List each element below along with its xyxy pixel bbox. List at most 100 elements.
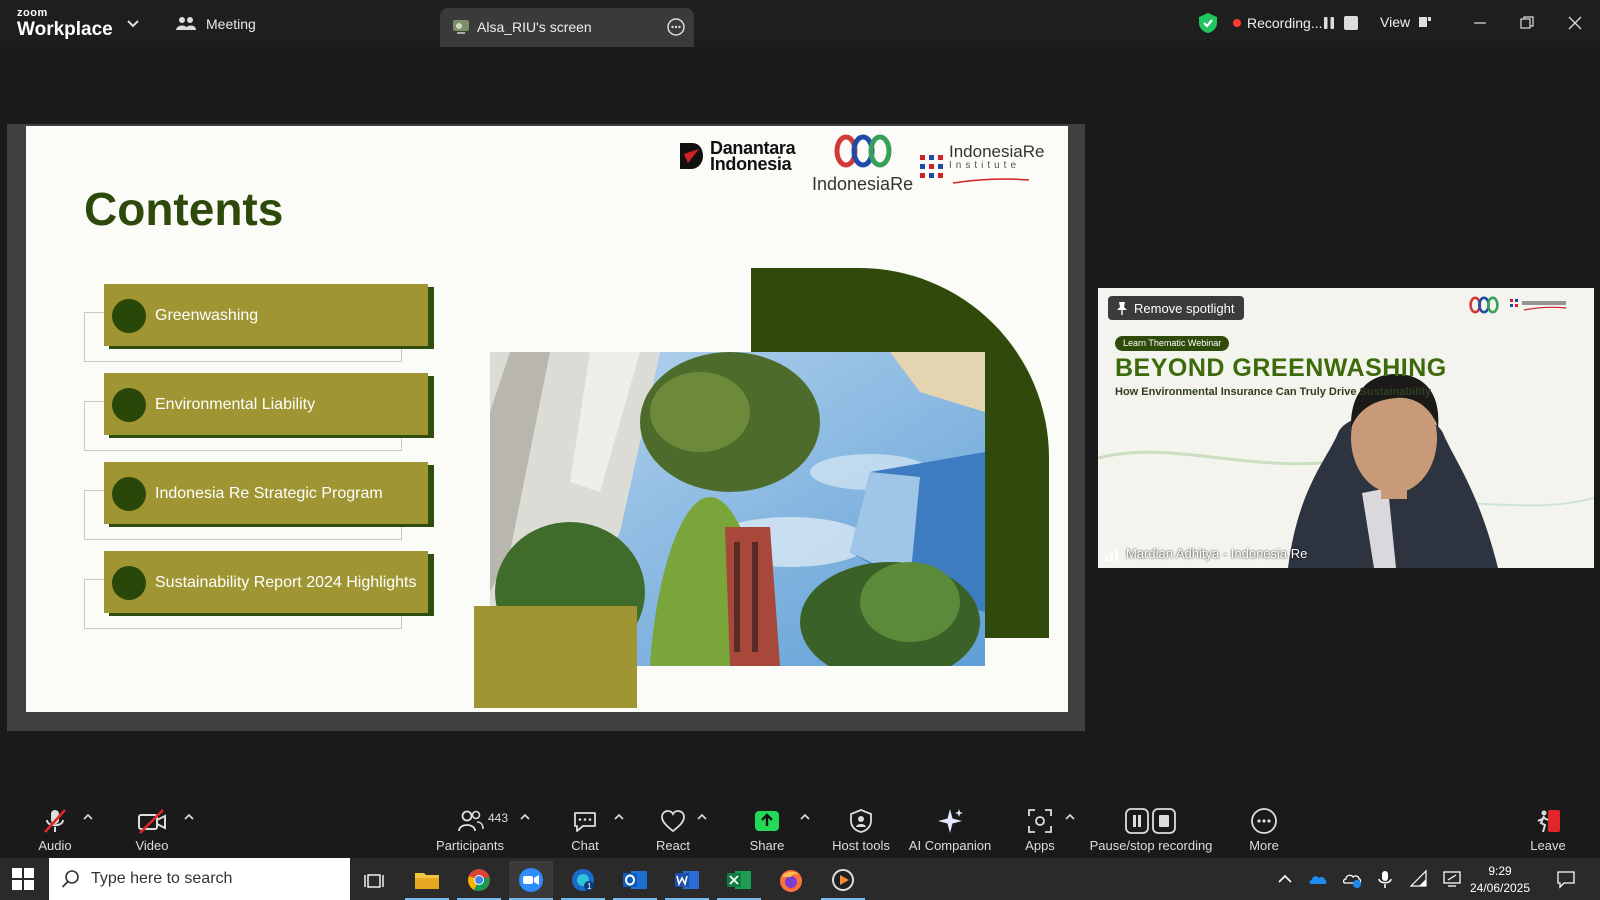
brand-small: zoom	[17, 7, 48, 19]
toc-bullet	[112, 477, 146, 511]
danantara-logo: Danantara Indonesia	[678, 138, 796, 174]
chrome-icon[interactable]	[457, 861, 501, 900]
firefox-icon[interactable]	[769, 861, 813, 900]
chevron-down-icon[interactable]	[124, 14, 142, 32]
meeting-label: Meeting	[206, 16, 256, 32]
display-icon[interactable]	[1442, 869, 1462, 889]
institute-mini-logo-icon	[1510, 299, 1567, 311]
participants-caret-icon[interactable]	[519, 811, 531, 823]
webinar-subtitle: How Environmental Insurance Can Truly Dr…	[1115, 386, 1432, 398]
meeting-tab[interactable]: Meeting	[176, 14, 256, 34]
participant-name-tag: Mardian Adhitya - Indonesia Re	[1104, 546, 1307, 561]
stop-icon[interactable]	[1344, 16, 1358, 30]
video-options-caret-icon[interactable]	[183, 811, 195, 823]
onedrive-icon[interactable]	[1308, 869, 1328, 889]
participants-count: 443	[488, 811, 509, 825]
search-placeholder: Type here to search	[91, 870, 233, 887]
media-player-icon[interactable]	[821, 861, 865, 900]
notifications-icon[interactable]	[1556, 869, 1576, 889]
shield-check-icon[interactable]	[1197, 12, 1219, 34]
audio-options-caret-icon[interactable]	[82, 811, 94, 823]
indonesia-re-institute-logo: IndonesiaRe Institute	[920, 142, 1045, 189]
clock-date: 24/06/2025	[1469, 881, 1531, 895]
brand-big: Workplace	[17, 19, 113, 40]
close-icon[interactable]	[1562, 10, 1588, 36]
more-dots-icon	[1251, 808, 1277, 834]
host-tools-button[interactable]: Host tools	[811, 807, 911, 855]
mic-off-icon	[44, 809, 66, 833]
pause-stop-recording-button[interactable]: Pause/stop recording	[1081, 807, 1221, 855]
windows-start-icon[interactable]	[12, 868, 34, 890]
outlook-icon[interactable]	[613, 861, 657, 900]
slide-title: Contents	[84, 183, 284, 235]
remove-spotlight-button[interactable]: Remove spotlight	[1108, 296, 1245, 320]
share-caret-icon[interactable]	[799, 811, 811, 823]
virtual-background	[1098, 288, 1594, 568]
taskbar-clock[interactable]: 9:29 24/06/2025	[1460, 863, 1540, 897]
meeting-toolbar: Audio Video Participants 443 Chat React …	[0, 795, 1600, 858]
apps-caret-icon[interactable]	[1064, 811, 1076, 823]
zoom-app-icon[interactable]	[509, 861, 553, 900]
video-off-icon	[138, 809, 166, 834]
taskbar-search-box[interactable]: Type here to search	[49, 858, 350, 900]
more-icon[interactable]	[666, 17, 686, 37]
react-label: React	[656, 838, 690, 853]
toc-box: Greenwashing	[104, 284, 428, 346]
more-label: More	[1249, 838, 1279, 853]
clock-time: 9:29	[1488, 864, 1512, 878]
toc-item-strategic-program: Indonesia Re Strategic Program	[84, 462, 434, 542]
excel-icon[interactable]	[717, 861, 761, 900]
indonesia-re-logo: IndonesiaRe	[812, 134, 913, 195]
zoom-window: zoom Workplace Meeting Alsa_RIU's screen	[0, 0, 1600, 900]
host-tools-label: Host tools	[832, 838, 890, 853]
leave-icon	[1537, 810, 1560, 833]
onedrive-sync-icon[interactable]	[1342, 869, 1362, 889]
institute-sub-text: Institute	[949, 160, 1021, 171]
toc-box: Environmental Liability	[104, 373, 428, 435]
minimize-icon[interactable]	[1467, 10, 1493, 36]
tray-overflow-icon[interactable]	[1275, 869, 1295, 889]
toc-label: Environmental Liability	[155, 396, 316, 413]
webinar-title: BEYOND GREENWASHING	[1115, 354, 1447, 382]
microphone-tray-icon[interactable]	[1375, 869, 1395, 889]
danantara-text: Danantara Indonesia	[710, 138, 796, 174]
institute-swoosh-icon	[952, 178, 1030, 184]
audio-label: Audio	[38, 838, 72, 853]
tile-logos	[1468, 296, 1570, 314]
toc-box: Sustainability Report 2024 Highlights	[104, 551, 428, 613]
presentation-slide: Contents Danantara Indonesia IndonesiaRe	[26, 126, 1068, 712]
file-explorer-icon[interactable]	[405, 861, 449, 900]
react-caret-icon[interactable]	[696, 811, 708, 823]
toc-bullet	[112, 566, 146, 600]
meeting-icon	[176, 17, 196, 30]
toc-label: Greenwashing	[155, 307, 259, 324]
participants-icon	[458, 810, 484, 832]
spotlight-video-tile[interactable]: Remove spotlight Learn Thematic Webinar …	[1098, 288, 1594, 568]
decorative-olive-block	[474, 606, 637, 708]
leave-label: Leave	[1530, 838, 1566, 853]
institute-main-text: IndonesiaRe	[949, 142, 1045, 161]
share-label: Share	[749, 838, 785, 853]
ai-companion-label: AI Companion	[908, 838, 992, 853]
react-button[interactable]: React	[623, 807, 723, 855]
view-label: View	[1380, 14, 1411, 30]
share-icon	[755, 811, 779, 831]
restore-icon[interactable]	[1514, 10, 1540, 36]
view-button[interactable]: View	[1380, 14, 1432, 30]
toc-item-greenwashing: Greenwashing	[84, 284, 434, 364]
share-screen-tab[interactable]: Alsa_RIU's screen	[440, 8, 694, 47]
video-label: Video	[135, 838, 169, 853]
leave-button[interactable]: Leave	[1498, 807, 1598, 855]
outlook-calendar-icon[interactable]: 1	[561, 861, 605, 900]
apps-icon	[1028, 809, 1052, 833]
chat-icon	[574, 812, 596, 832]
recording-label: Recording...	[1247, 15, 1323, 31]
network-icon[interactable]	[1409, 869, 1429, 889]
more-button[interactable]: More	[1214, 807, 1314, 855]
zoom-logo[interactable]: zoom Workplace	[17, 7, 113, 40]
ai-companion-button[interactable]: AI Companion	[900, 807, 1000, 855]
task-view-icon[interactable]	[352, 861, 396, 900]
search-icon	[61, 870, 79, 888]
word-icon[interactable]	[665, 861, 709, 900]
pause-icon[interactable]	[1321, 15, 1337, 31]
